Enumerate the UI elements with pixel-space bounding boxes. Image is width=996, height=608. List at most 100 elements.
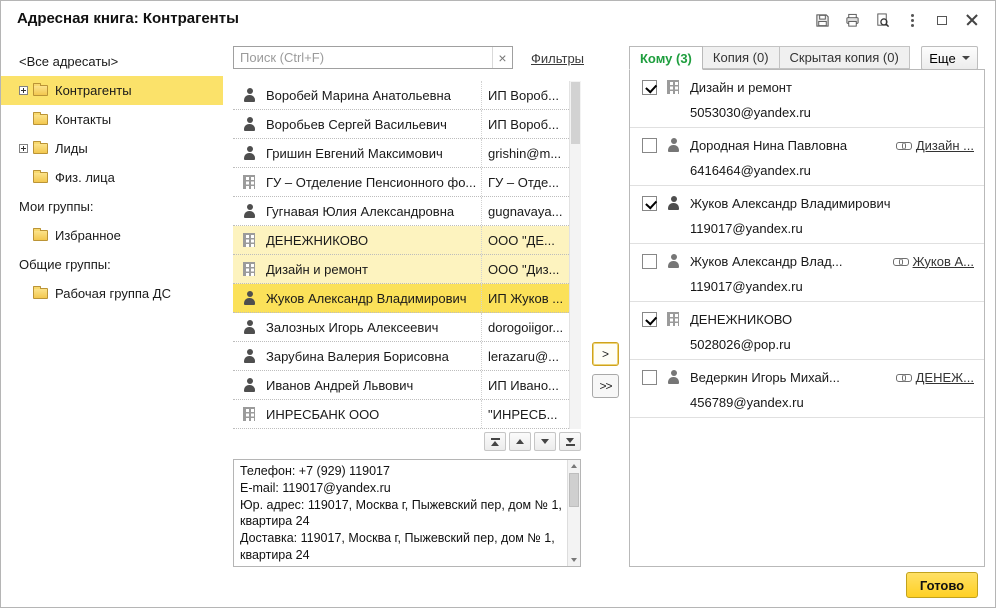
sidebar-item[interactable]: Рабочая группа ДС bbox=[1, 279, 223, 308]
contact-row[interactable]: ИНРЕСБАНК ООО"ИНРЕСБ... bbox=[233, 400, 569, 429]
contact-row[interactable]: Гришин Евгений Максимовичgrishin@m... bbox=[233, 139, 569, 168]
contact-list-scrollbar[interactable] bbox=[569, 81, 581, 429]
find-button[interactable] bbox=[873, 11, 891, 29]
contact-row[interactable]: ДЕНЕЖНИКОВОООО "ДЕ... bbox=[233, 226, 569, 255]
recipient-row-line1: ДЕНЕЖНИКОВО bbox=[642, 310, 974, 328]
contact-name: Залозных Игорь Алексеевич bbox=[266, 320, 481, 335]
filters-link[interactable]: Фильтры bbox=[531, 51, 584, 66]
contact-info: "ИНРЕСБ... bbox=[481, 400, 569, 428]
checkbox[interactable] bbox=[642, 254, 657, 269]
linked-contact: Дизайн ... bbox=[896, 138, 974, 153]
scrollbar-thumb[interactable] bbox=[569, 473, 579, 507]
done-button[interactable]: Готово bbox=[906, 572, 978, 598]
checkbox[interactable] bbox=[642, 312, 657, 327]
building-icon bbox=[666, 80, 681, 94]
contact-row[interactable]: Гугнавая Юлия Александровнаgugnavaya... bbox=[233, 197, 569, 226]
contact-info: dorogoiigor... bbox=[481, 313, 569, 341]
add-all-button[interactable]: >> bbox=[592, 374, 619, 398]
building-icon bbox=[666, 312, 681, 326]
details-scrollbar[interactable] bbox=[567, 460, 580, 566]
person-icon bbox=[242, 291, 257, 305]
recipient-row[interactable]: Жуков Александр Влад... Жуков А... 119017@… bbox=[630, 244, 984, 302]
contact-name: Гришин Евгений Максимович bbox=[266, 146, 481, 161]
contact-row[interactable]: Зарубина Валерия Борисовнаlerazaru@... bbox=[233, 342, 569, 371]
contact-name: Гугнавая Юлия Александровна bbox=[266, 204, 481, 219]
list-nav bbox=[233, 432, 581, 451]
contact-row[interactable]: Иванов Андрей ЛьвовичИП Ивано... bbox=[233, 371, 569, 400]
checkbox[interactable] bbox=[642, 80, 657, 95]
sidebar-item[interactable]: Избранное bbox=[1, 221, 223, 250]
expand-icon[interactable] bbox=[19, 144, 28, 153]
contact-row[interactable]: ГУ – Отделение Пенсионного фо...ГУ – Отд… bbox=[233, 168, 569, 197]
move-top-icon bbox=[491, 438, 500, 440]
save-icon bbox=[815, 13, 830, 28]
person-icon bbox=[242, 117, 257, 131]
sidebar-item[interactable]: Мои группы: bbox=[1, 192, 223, 221]
sidebar-item[interactable]: Общие группы: bbox=[1, 250, 223, 279]
move-top-button[interactable] bbox=[484, 432, 506, 451]
expand-icon[interactable] bbox=[19, 86, 28, 95]
details-line: Доставка: 119017, Москва г, Пыжевский пе… bbox=[240, 530, 562, 564]
contact-info: ИП Вороб... bbox=[481, 81, 569, 109]
contact-row[interactable]: Воробей Марина АнатольевнаИП Вороб... bbox=[233, 81, 569, 110]
scrollbar-thumb[interactable] bbox=[571, 82, 580, 144]
triangle-up-icon bbox=[491, 441, 499, 446]
recipient-name: Жуков Александр Влад... bbox=[690, 254, 843, 269]
recipient-row[interactable]: ДЕНЕЖНИКОВО5028026@pop.ru bbox=[630, 302, 984, 360]
tab-2[interactable]: Скрытая копия (0) bbox=[779, 46, 910, 69]
contact-info: grishin@m... bbox=[481, 139, 569, 167]
recipient-email: 119017@yandex.ru bbox=[690, 279, 974, 294]
checkbox[interactable] bbox=[642, 370, 657, 385]
sidebar-item[interactable]: Лиды bbox=[1, 134, 223, 163]
contact-row[interactable]: Воробьев Сергей ВасильевичИП Вороб... bbox=[233, 110, 569, 139]
folder-icon bbox=[33, 288, 48, 299]
more-button[interactable]: Еще bbox=[921, 46, 978, 70]
chevron-down-icon bbox=[962, 56, 970, 60]
tab-0[interactable]: Кому (3) bbox=[629, 46, 703, 70]
sidebar-item[interactable]: Физ. лица bbox=[1, 163, 223, 192]
recipient-row[interactable]: Дородная Нина ПавловнаДизайн ...6416464@… bbox=[630, 128, 984, 186]
details-pane: Телефон: +7 (929) 119017E-mail: 119017@y… bbox=[233, 459, 581, 567]
contact-name: Дизайн и ремонт bbox=[266, 262, 481, 277]
move-bottom-icon bbox=[566, 444, 575, 446]
move-bottom-button[interactable] bbox=[559, 432, 581, 451]
recipient-email: 119017@yandex.ru bbox=[690, 221, 974, 236]
sidebar-item[interactable]: <Все адресаты> bbox=[1, 47, 223, 76]
menu-button[interactable] bbox=[903, 11, 921, 29]
move-up-button[interactable] bbox=[509, 432, 531, 451]
contact-person-icon bbox=[666, 254, 681, 268]
title-bar: Адресная книга: Контрагенты bbox=[1, 1, 995, 39]
clear-search-button[interactable]: × bbox=[492, 47, 512, 68]
linked-contact-link[interactable]: Дизайн ... bbox=[916, 138, 974, 153]
recipient-row[interactable]: Дизайн и ремонт5053030@yandex.ru bbox=[630, 70, 984, 128]
checkbox[interactable] bbox=[642, 196, 657, 211]
contact-row[interactable]: Жуков Александр ВладимировичИП Жуков ... bbox=[233, 284, 569, 313]
recipient-list: Дизайн и ремонт5053030@yandex.ruДородная… bbox=[629, 69, 985, 567]
save-button[interactable] bbox=[813, 11, 831, 29]
contact-info: ООО "Диз... bbox=[481, 255, 569, 283]
search-input[interactable] bbox=[234, 50, 492, 65]
close-button[interactable] bbox=[963, 11, 981, 29]
building-icon bbox=[242, 407, 257, 421]
contact-row[interactable]: Дизайн и ремонтООО "Диз... bbox=[233, 255, 569, 284]
recipient-row[interactable]: Ведеркин Игорь Михай...ДЕНЕЖ...456789@ya… bbox=[630, 360, 984, 418]
person-icon bbox=[242, 146, 257, 160]
page-title: Адресная книга: Контрагенты bbox=[17, 10, 239, 27]
recipient-tabs: Кому (3)Копия (0)Скрытая копия (0) bbox=[629, 46, 909, 70]
linked-contact-link[interactable]: Жуков А... bbox=[913, 254, 974, 269]
linked-contact-link[interactable]: ДЕНЕЖ... bbox=[916, 370, 974, 385]
sidebar-item[interactable]: Контрагенты bbox=[1, 76, 223, 105]
recipient-email: 6416464@yandex.ru bbox=[690, 163, 974, 178]
maximize-button[interactable] bbox=[933, 11, 951, 29]
tab-1[interactable]: Копия (0) bbox=[702, 46, 780, 69]
recipient-row[interactable]: Жуков Александр Владимирович119017@yande… bbox=[630, 186, 984, 244]
sidebar-item[interactable]: Контакты bbox=[1, 105, 223, 134]
print-button[interactable] bbox=[843, 11, 861, 29]
checkbox[interactable] bbox=[642, 138, 657, 153]
contact-info: ООО "ДЕ... bbox=[481, 226, 569, 254]
person-icon bbox=[242, 204, 257, 218]
contact-row[interactable]: Залозных Игорь Алексеевичdorogoiigor... bbox=[233, 313, 569, 342]
contact-info: lerazaru@... bbox=[481, 342, 569, 370]
move-down-button[interactable] bbox=[534, 432, 556, 451]
add-selected-button[interactable]: > bbox=[592, 342, 619, 366]
